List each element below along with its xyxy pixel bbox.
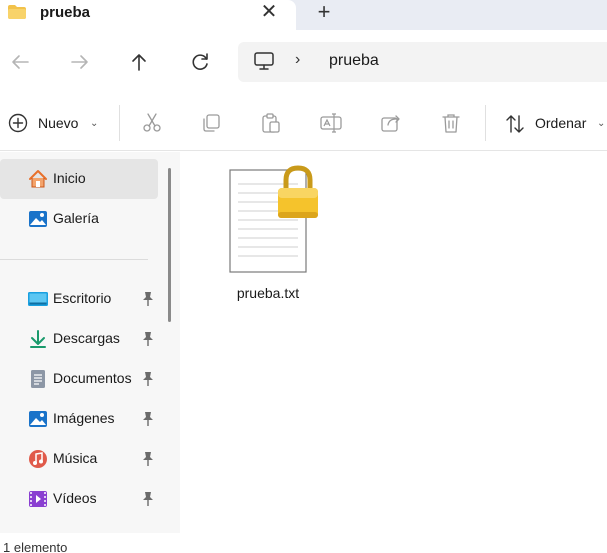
- downloads-icon: [30, 330, 46, 348]
- pictures-icon: [29, 411, 47, 427]
- chevron-down-icon: ⌄: [597, 118, 606, 129]
- cut-icon[interactable]: [141, 112, 163, 134]
- sidebar-item-galeria[interactable]: Galería: [0, 199, 158, 239]
- sidebar-item-label: Documentos: [53, 370, 132, 386]
- up-arrow-icon[interactable]: [127, 50, 151, 74]
- status-bar: [0, 533, 607, 553]
- sidebar-divider: [0, 259, 148, 260]
- music-icon: [29, 450, 47, 468]
- address-bar[interactable]: [238, 42, 607, 82]
- sort-icon: [506, 115, 524, 133]
- pin-icon[interactable]: [141, 491, 155, 507]
- pin-icon[interactable]: [141, 411, 155, 427]
- sidebar-item-musica[interactable]: Música: [0, 439, 158, 479]
- sidebar-item-label: Descargas: [53, 330, 120, 346]
- sidebar-item-label: Imágenes: [53, 410, 115, 426]
- pin-icon[interactable]: [141, 331, 155, 347]
- copy-icon[interactable]: [200, 112, 222, 134]
- sort-button-label: Ordenar: [535, 115, 587, 131]
- delete-icon[interactable]: [440, 112, 462, 134]
- sidebar-item-documentos[interactable]: Documentos: [0, 359, 158, 399]
- new-tab-button[interactable]: +: [313, 1, 335, 23]
- sort-button[interactable]: Ordenar ⌄: [502, 111, 607, 137]
- documents-icon: [31, 370, 45, 388]
- tab-close-icon[interactable]: ✕: [259, 2, 279, 22]
- new-button[interactable]: Nuevo ⌄: [6, 111, 106, 137]
- sidebar-item-escritorio[interactable]: Escritorio: [0, 279, 158, 319]
- chevron-down-icon: ⌄: [90, 118, 99, 129]
- sidebar-item-label: Galería: [53, 210, 99, 226]
- file-item[interactable]: [224, 160, 320, 300]
- sidebar-scrollbar[interactable]: [168, 168, 171, 322]
- sidebar-item-imagenes[interactable]: Imágenes: [0, 399, 158, 439]
- rename-icon[interactable]: [320, 112, 342, 134]
- sidebar-item-videos[interactable]: Vídeos: [0, 479, 158, 519]
- folder-icon: [8, 5, 26, 19]
- sidebar-item-label: Inicio: [53, 170, 86, 186]
- new-button-label: Nuevo: [38, 115, 79, 131]
- breadcrumb-separator-icon[interactable]: ›: [295, 51, 300, 69]
- sidebar-item-label: Vídeos: [53, 490, 97, 506]
- home-icon: [29, 170, 47, 188]
- sidebar-item-inicio[interactable]: Inicio: [0, 159, 158, 199]
- this-pc-icon: [254, 52, 274, 70]
- sidebar-item-label: Escritorio: [53, 290, 112, 306]
- locked-text-file-icon: [229, 165, 318, 273]
- item-count: 1 elemento: [3, 540, 68, 553]
- sidebar-item-descargas[interactable]: Descargas: [0, 319, 158, 359]
- breadcrumb-prueba[interactable]: prueba: [329, 52, 379, 70]
- sidebar-item-label: Música: [53, 450, 98, 466]
- pin-icon[interactable]: [141, 291, 155, 307]
- refresh-icon[interactable]: [188, 50, 212, 74]
- command-divider: [119, 105, 120, 141]
- gallery-icon: [29, 211, 47, 227]
- paste-icon[interactable]: [260, 112, 282, 134]
- command-divider: [485, 105, 486, 141]
- plus-circle-icon: [8, 113, 28, 133]
- share-icon[interactable]: [380, 112, 402, 134]
- desktop-icon: [28, 292, 48, 306]
- videos-icon: [29, 491, 47, 507]
- file-name[interactable]: prueba.txt: [226, 285, 310, 301]
- back-arrow-icon[interactable]: [8, 50, 32, 74]
- forward-arrow-icon[interactable]: [68, 50, 92, 74]
- pin-icon[interactable]: [141, 371, 155, 387]
- pin-icon[interactable]: [141, 451, 155, 467]
- tab-title: prueba: [40, 4, 91, 21]
